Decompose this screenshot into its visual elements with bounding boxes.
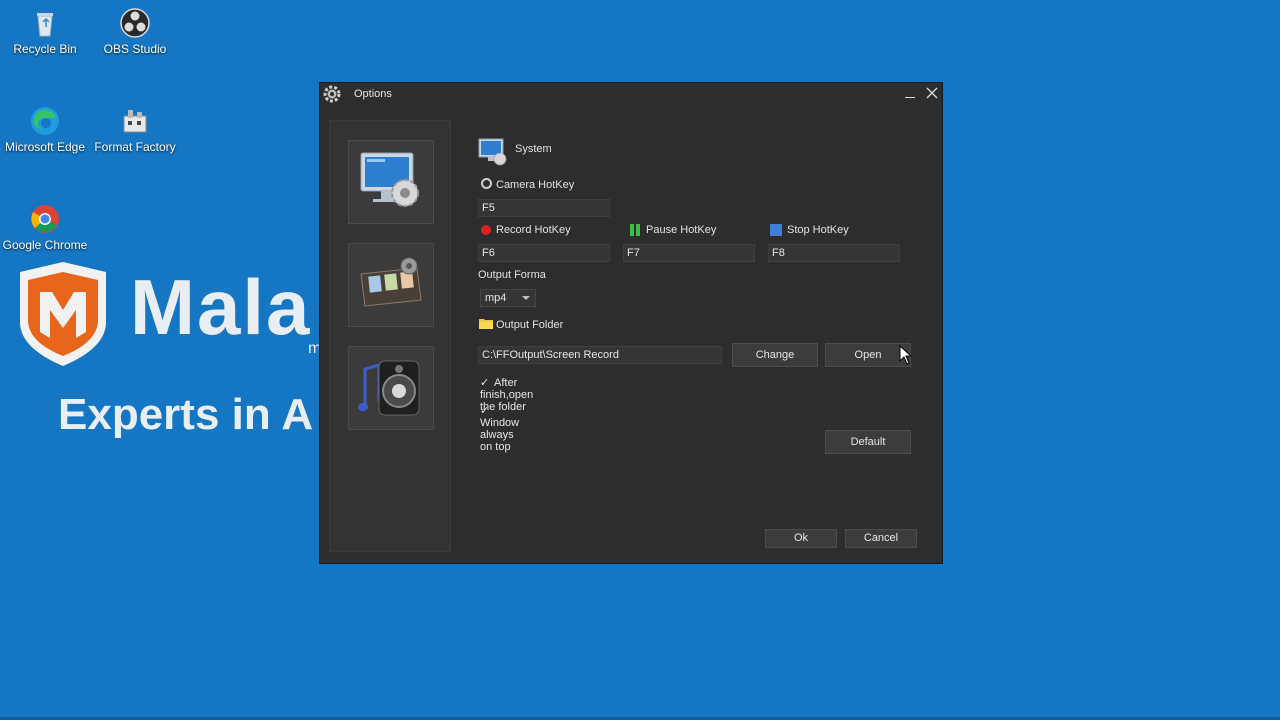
pause-icon: [630, 224, 640, 236]
format-factory-icon: [120, 106, 150, 136]
film-reel-icon: [360, 257, 422, 307]
stop-hotkey-field[interactable]: F8: [768, 244, 900, 262]
desktop-icon-obs-studio[interactable]: OBS Studio: [90, 8, 180, 56]
options-dialog: Options System Camera HotKey F5 Record H…: [319, 82, 943, 564]
chrome-icon: [30, 204, 60, 234]
output-format-select[interactable]: mp4: [480, 289, 536, 307]
desktop-icon-label: OBS Studio: [103, 42, 167, 56]
wallpaper-brand-word: Mala: [130, 263, 312, 351]
change-folder-button[interactable]: Change: [732, 343, 818, 367]
dialog-titlebar[interactable]: Options: [320, 83, 942, 105]
camera-radio-icon[interactable]: [481, 178, 492, 189]
wallpaper-tagline: Experts in A: [58, 390, 314, 439]
default-button[interactable]: Default: [825, 430, 911, 454]
section-title: System: [515, 143, 552, 155]
pause-hotkey-field[interactable]: F7: [623, 244, 755, 262]
nav-tile-audio[interactable]: [348, 346, 434, 430]
output-folder-label: Output Folder: [496, 319, 564, 331]
always-on-top-checkbox[interactable]: ✓Window always on top: [480, 404, 519, 453]
desktop-icon-microsoft-edge[interactable]: Microsoft Edge: [0, 106, 90, 154]
output-format-label: Output Forma: [478, 269, 546, 281]
record-hotkey-field[interactable]: F6: [478, 244, 610, 262]
nav-tile-system[interactable]: [348, 140, 434, 224]
desktop-icon-label: Microsoft Edge: [4, 140, 86, 154]
stop-icon: [770, 224, 782, 236]
checkmark-icon: ✓: [480, 405, 490, 417]
desktop-icon-label: Google Chrome: [2, 238, 88, 252]
desktop-icon-format-factory[interactable]: Format Factory: [90, 106, 180, 154]
recycle-bin-icon: [30, 8, 60, 38]
desktop-icon-label: Recycle Bin: [13, 42, 77, 56]
system-settings-icon: [360, 152, 419, 207]
record-hotkey-label: Record HotKey: [496, 224, 571, 236]
camera-hotkey-field[interactable]: F5: [478, 199, 610, 217]
output-format-value: mp4: [485, 292, 507, 304]
mcafee-shield-logo: [20, 262, 106, 366]
wallpaper-brand: Mala m Experts in A: [18, 262, 321, 462]
output-folder-path[interactable]: C:\FFOutput\Screen Record: [478, 346, 722, 364]
mouse-cursor-icon: [899, 345, 913, 365]
edge-icon: [30, 106, 60, 136]
camera-hotkey-label: Camera HotKey: [496, 179, 575, 191]
folder-icon: [479, 319, 493, 329]
dialog-title: Options: [354, 88, 392, 100]
obs-studio-icon: [120, 8, 150, 38]
desktop-icon-label: Format Factory: [94, 140, 176, 154]
pause-hotkey-label: Pause HotKey: [646, 224, 717, 236]
speaker-music-icon: [358, 360, 420, 416]
close-button[interactable]: [924, 85, 940, 101]
record-dot-icon: [481, 225, 491, 235]
nav-tile-video[interactable]: [348, 243, 434, 327]
always-on-top-label: Window always on top: [480, 417, 520, 453]
ok-button[interactable]: Ok: [765, 529, 837, 548]
close-icon: [926, 87, 938, 99]
minimize-button[interactable]: [904, 86, 918, 100]
desktop-icon-recycle-bin[interactable]: Recycle Bin: [0, 8, 90, 56]
stop-hotkey-label: Stop HotKey: [787, 224, 849, 236]
cancel-button[interactable]: Cancel: [845, 529, 917, 548]
checkmark-icon: ✓: [480, 377, 490, 389]
system-section-icon: [478, 138, 507, 166]
chevron-down-icon: [522, 296, 530, 300]
options-nav-panel: [329, 120, 451, 552]
gear-icon: [322, 84, 342, 104]
desktop-icon-google-chrome[interactable]: Google Chrome: [0, 204, 90, 252]
